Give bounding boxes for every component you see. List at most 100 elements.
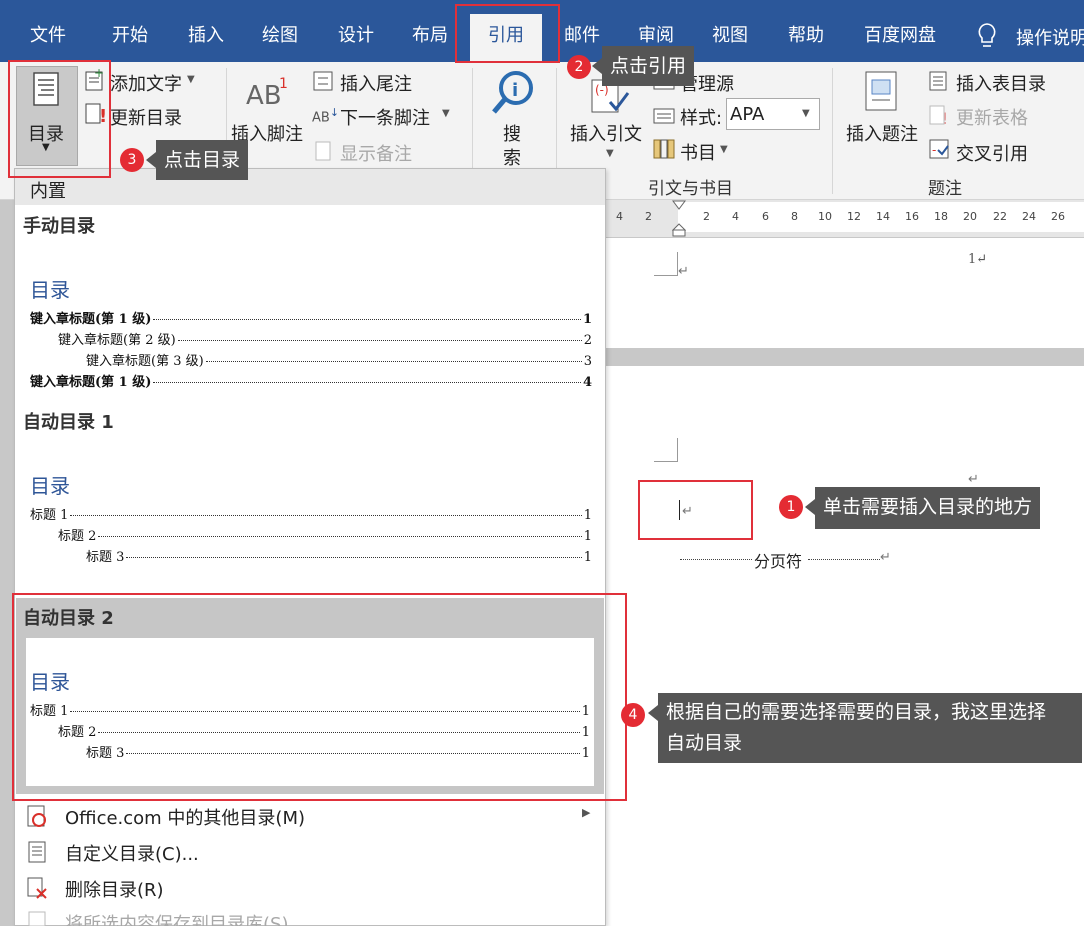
- submenu-arrow-icon: ▶: [582, 806, 591, 819]
- office-com-icon: [27, 805, 46, 827]
- tab-baidu-netdisk[interactable]: 百度网盘: [850, 0, 950, 62]
- update-toc-button[interactable]: 更新目录: [110, 104, 182, 130]
- step-badge-2: 2: [567, 55, 591, 79]
- update-table-icon: !: [929, 105, 948, 126]
- svg-text:i: i: [512, 80, 518, 101]
- ruler-tick: 10: [818, 210, 832, 223]
- margin-corner-mark: [654, 252, 678, 276]
- chevron-down-icon: ▼: [802, 108, 810, 119]
- show-notes-icon: [315, 141, 331, 161]
- manual-toc-title: 手动目录: [23, 216, 95, 237]
- paragraph-mark: ↵: [678, 264, 689, 279]
- page-break-line-left: [680, 559, 752, 560]
- toc-entry: 键入章标题(第 3 级) 3: [86, 354, 592, 369]
- chevron-down-icon: ▼: [606, 148, 614, 159]
- next-footnote-icon: AB↓: [312, 106, 339, 126]
- lightbulb-icon: [978, 23, 996, 47]
- group-separator: [832, 68, 833, 194]
- auto-toc-1-title: 自动目录 1: [23, 412, 114, 433]
- ruler-tick: 12: [847, 210, 861, 223]
- cross-reference-icon: -: [929, 139, 949, 159]
- menu-custom-toc[interactable]: 自定义目录(C)...: [65, 840, 199, 866]
- step-badge-4: 4: [621, 703, 645, 727]
- insert-citation-button[interactable]: 插入引文: [570, 120, 642, 146]
- toc-entry: 标题 31: [86, 550, 592, 565]
- annotation-box-toc-button: [8, 60, 111, 178]
- search-label-1[interactable]: 搜: [503, 120, 521, 146]
- next-footnote-button[interactable]: 下一条脚注: [340, 104, 430, 130]
- paragraph-mark: ↵: [968, 472, 979, 487]
- step-badge-1: 1: [779, 495, 803, 519]
- update-table-button[interactable]: 更新表格: [956, 104, 1028, 130]
- toc-entry: 标题 11: [30, 508, 592, 523]
- tab-file[interactable]: 文件: [14, 0, 82, 62]
- tab-draw[interactable]: 绘图: [246, 0, 314, 62]
- ruler-tick: 4: [732, 210, 739, 223]
- insert-table-of-figures-button[interactable]: 插入表目录: [956, 70, 1046, 96]
- remove-toc-icon: [27, 877, 47, 899]
- step-callout-4-line-1: 根据自己的需要选择需要的目录，我这里选择: [666, 701, 1047, 723]
- save-selection-icon: [28, 911, 46, 926]
- ruler-tick: 22: [993, 210, 1007, 223]
- menu-save-selection-to-gallery[interactable]: 将所选内容保存到目录库(S)...: [65, 910, 306, 926]
- step-callout-1: 单击需要插入目录的地方: [804, 487, 1041, 529]
- menu-remove-toc[interactable]: 删除目录(R): [65, 876, 164, 902]
- toc-entry: 键入章标题(第 1 级) 4: [30, 375, 592, 390]
- search-label-2[interactable]: 索: [503, 144, 521, 170]
- insert-endnote-button[interactable]: 插入尾注: [340, 70, 412, 96]
- cross-reference-button[interactable]: 交叉引用: [956, 140, 1028, 166]
- chevron-down-icon: ▼: [442, 108, 450, 119]
- margin-corner-mark: [654, 438, 678, 462]
- footnote-icon: AB 1: [246, 76, 288, 111]
- tab-view[interactable]: 视图: [696, 0, 764, 62]
- svg-text:AB: AB: [246, 81, 282, 111]
- chevron-down-icon: ▼: [720, 144, 728, 155]
- search-icon: i: [492, 71, 533, 114]
- insert-caption-icon: [865, 71, 897, 111]
- tab-layout[interactable]: 布局: [396, 0, 464, 62]
- toc-entry: 标题 21: [58, 529, 592, 544]
- annotation-box-auto-toc-2: [12, 593, 627, 801]
- step-callout-2: 点击引用: [591, 46, 695, 86]
- custom-toc-icon: [28, 841, 46, 863]
- ruler-tick: 4: [616, 210, 623, 223]
- step-callout-4: 根据自己的需要选择需要的目录，我这里选择 自动目录: [648, 693, 1082, 763]
- bibliography-button[interactable]: 书目: [680, 139, 716, 165]
- show-notes-button[interactable]: 显示备注: [340, 140, 412, 166]
- annotation-box-references-tab: [455, 4, 560, 63]
- insert-caption-button[interactable]: 插入题注: [846, 120, 918, 146]
- style-select-value: APA: [730, 104, 765, 125]
- tab-design[interactable]: 设计: [322, 0, 390, 62]
- gallery-header-label: 内置: [30, 181, 66, 202]
- add-text-button[interactable]: 添加文字: [110, 70, 182, 96]
- page-break-line-right: [808, 559, 880, 560]
- ruler-tick: 20: [963, 210, 977, 223]
- svg-text:!: !: [942, 109, 948, 126]
- svg-text:-: -: [932, 143, 936, 157]
- style-label: 样式:: [680, 108, 723, 129]
- ruler-tick: 18: [934, 210, 948, 223]
- menu-office-com-more-tocs[interactable]: Office.com 中的其他目录(M): [65, 804, 305, 830]
- tab-home[interactable]: 开始: [96, 0, 164, 62]
- chevron-down-icon: ▼: [187, 74, 195, 85]
- step-callout-3: 点击目录: [145, 140, 249, 180]
- ruler-tick: 6: [762, 210, 769, 223]
- ruler-tick: 2: [645, 210, 652, 223]
- indent-marker-icon[interactable]: [672, 200, 686, 238]
- ruler-tick: 26: [1051, 210, 1065, 223]
- ruler-tick: 2: [703, 210, 710, 223]
- page-break-label: 分页符: [754, 552, 803, 571]
- step-badge-3: 3: [120, 148, 144, 172]
- table-of-figures-icon: [929, 71, 947, 91]
- group-label-citations: 引文与书目: [648, 179, 733, 199]
- page-number: 1↵: [968, 252, 988, 267]
- ruler-tick: 16: [905, 210, 919, 223]
- tab-help[interactable]: 帮助: [772, 0, 840, 62]
- svg-text:1: 1: [279, 76, 288, 92]
- annotation-box-insert-location: [638, 480, 753, 540]
- endnote-icon: [313, 71, 333, 91]
- tab-insert[interactable]: 插入: [172, 0, 240, 62]
- ruler-tick: 8: [791, 210, 798, 223]
- tell-me-search[interactable]: 操作说明: [1016, 24, 1084, 50]
- ruler-tick: 24: [1022, 210, 1036, 223]
